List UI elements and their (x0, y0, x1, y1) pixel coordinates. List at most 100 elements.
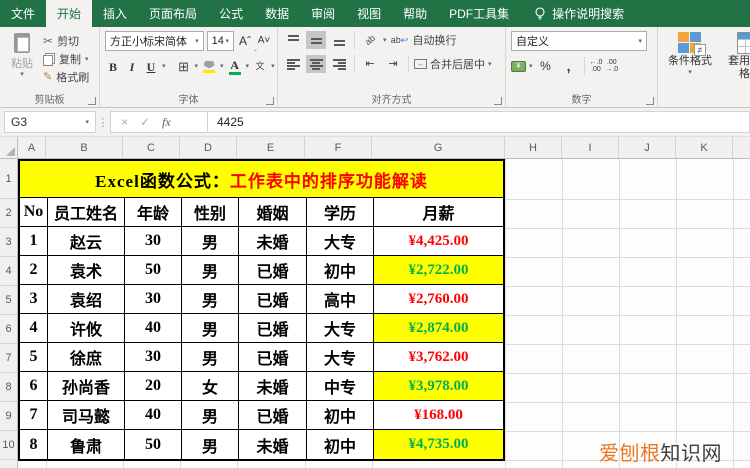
header-cell-3[interactable]: 性别 (182, 198, 239, 227)
formula-input[interactable]: 4425 (208, 111, 750, 133)
column-header-K[interactable]: K (676, 137, 733, 158)
cell-salary[interactable]: ¥3,762.00 (374, 343, 503, 372)
cell-marital[interactable]: 未婚 (239, 430, 307, 459)
row-header-10[interactable]: 10 (0, 431, 17, 460)
column-header-F[interactable]: F (305, 137, 372, 158)
cell-age[interactable]: 20 (125, 372, 182, 401)
format-as-table-button[interactable]: 套用表格格式 (723, 32, 750, 92)
cell-marital[interactable]: 已婚 (239, 285, 307, 314)
tell-me-search[interactable]: 操作说明搜索 (534, 0, 624, 27)
italic-button[interactable]: I (124, 57, 140, 76)
borders-button[interactable]: ⊞ (176, 57, 192, 76)
shrink-font-button[interactable]: A˅ (256, 32, 272, 51)
cell-education[interactable]: 中专 (307, 372, 374, 401)
dialog-launcher-icon[interactable] (494, 97, 502, 105)
cell-salary[interactable]: ¥4,735.00 (374, 430, 503, 459)
cell-gender[interactable]: 男 (182, 227, 239, 256)
align-right-button[interactable] (329, 55, 349, 73)
cell-salary[interactable]: ¥3,978.00 (374, 372, 503, 401)
column-header-J[interactable]: J (619, 137, 676, 158)
header-cell-2[interactable]: 年龄 (125, 198, 182, 227)
copy-button[interactable]: 复制 ▾ (43, 51, 89, 67)
row-header-1[interactable]: 1 (0, 159, 17, 199)
column-header-H[interactable]: H (505, 137, 562, 158)
cell-name[interactable]: 徐庶 (48, 343, 125, 372)
cut-button[interactable]: ✂ 剪切 (43, 33, 89, 49)
cell-marital[interactable]: 已婚 (239, 343, 307, 372)
cell-age[interactable]: 30 (125, 227, 182, 256)
cell-name[interactable]: 袁绍 (48, 285, 125, 314)
column-header-A[interactable]: A (18, 137, 46, 158)
row-header-7[interactable]: 7 (0, 344, 17, 373)
cell-age[interactable]: 30 (125, 343, 182, 372)
cell-no[interactable]: 5 (20, 343, 48, 372)
increase-indent-button[interactable]: ⇥ (383, 55, 403, 73)
column-header-E[interactable]: E (237, 137, 305, 158)
header-cell-5[interactable]: 学历 (307, 198, 374, 227)
menu-tab-插入[interactable]: 插入 (92, 0, 138, 27)
align-left-button[interactable] (283, 55, 303, 73)
number-format-combo[interactable]: 自定义 ▾ (511, 31, 647, 51)
row-header-9[interactable]: 9 (0, 402, 17, 431)
row-header-3[interactable]: 3 (0, 228, 17, 257)
menu-tab-帮助[interactable]: 帮助 (392, 0, 438, 27)
cell-salary[interactable]: ¥2,722.00 (374, 256, 503, 285)
cell-gender[interactable]: 男 (182, 343, 239, 372)
increase-decimal-button[interactable]: ←.0.00 (590, 59, 603, 73)
cell-age[interactable]: 30 (125, 285, 182, 314)
orientation-button[interactable]: ab (360, 31, 380, 49)
cell-salary[interactable]: ¥2,874.00 (374, 314, 503, 343)
cell-name[interactable]: 鲁肃 (48, 430, 125, 459)
cell-gender[interactable]: 男 (182, 430, 239, 459)
fill-color-button[interactable] (201, 57, 217, 76)
conditional-formatting-button[interactable]: ≠ 条件格式 ▾ (663, 32, 717, 92)
cell-name[interactable]: 许攸 (48, 314, 125, 343)
currency-button[interactable]: ¥ (511, 60, 526, 72)
name-box[interactable]: G3 ▾ (4, 111, 96, 133)
column-header-I[interactable]: I (562, 137, 619, 158)
select-all-corner[interactable] (0, 137, 18, 158)
cell-no[interactable]: 2 (20, 256, 48, 285)
cell-education[interactable]: 初中 (307, 256, 374, 285)
column-header-D[interactable]: D (180, 137, 237, 158)
cell-education[interactable]: 大专 (307, 343, 374, 372)
cell-salary[interactable]: ¥4,425.00 (374, 227, 503, 256)
cell-marital[interactable]: 已婚 (239, 401, 307, 430)
cell-age[interactable]: 50 (125, 256, 182, 285)
merge-center-button[interactable]: 合并后居中 (430, 56, 485, 72)
cell-gender[interactable]: 男 (182, 256, 239, 285)
cell-no[interactable]: 3 (20, 285, 48, 314)
phonetic-guide-button[interactable]: 文 (252, 50, 268, 76)
cell-age[interactable]: 50 (125, 430, 182, 459)
font-size-combo[interactable]: 14 ▾ (206, 31, 234, 51)
font-color-button[interactable]: A (227, 57, 243, 76)
menu-tab-视图[interactable]: 视图 (346, 0, 392, 27)
cell-gender[interactable]: 女 (182, 372, 239, 401)
row-header-8[interactable]: 8 (0, 373, 17, 402)
cell-name[interactable]: 赵云 (48, 227, 125, 256)
row-header-6[interactable]: 6 (0, 315, 17, 344)
percent-style-button[interactable]: % (536, 57, 556, 75)
column-header-B[interactable]: B (46, 137, 123, 158)
cancel-button[interactable]: × (121, 115, 128, 129)
menu-tab-公式[interactable]: 公式 (208, 0, 254, 27)
menu-tab-开始[interactable]: 开始 (46, 0, 93, 27)
align-bottom-button[interactable] (329, 31, 349, 49)
cell-marital[interactable]: 已婚 (239, 314, 307, 343)
cell-gender[interactable]: 男 (182, 285, 239, 314)
column-header-G[interactable]: G (372, 137, 505, 158)
font-name-combo[interactable]: 方正小标宋简体 ▾ (105, 31, 204, 51)
dialog-launcher-icon[interactable] (88, 97, 96, 105)
cell-no[interactable]: 8 (20, 430, 48, 459)
cell-gender[interactable]: 男 (182, 401, 239, 430)
align-top-button[interactable] (283, 31, 303, 49)
cell-marital[interactable]: 未婚 (239, 227, 307, 256)
menu-tab-数据[interactable]: 数据 (254, 0, 300, 27)
formula-bar-grip[interactable]: ⋮ (96, 116, 110, 129)
cell-salary[interactable]: ¥168.00 (374, 401, 503, 430)
bold-button[interactable]: B (105, 57, 121, 76)
row-header-2[interactable]: 2 (0, 199, 17, 228)
column-header-C[interactable]: C (123, 137, 180, 158)
insert-function-button[interactable]: fx (162, 115, 171, 130)
cell-education[interactable]: 高中 (307, 285, 374, 314)
